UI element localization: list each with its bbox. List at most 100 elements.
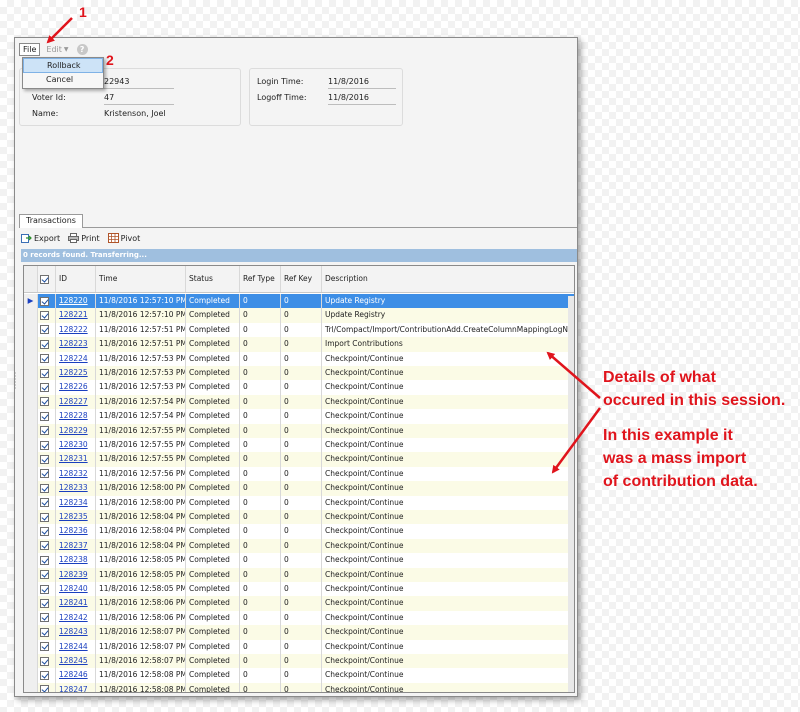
transaction-id-link[interactable]: 128242 — [59, 613, 88, 622]
table-row[interactable]: 128222 11/8/2016 12:57:51 PM Completed 0 0 Tr… — [24, 322, 574, 338]
row-checkbox[interactable] — [38, 394, 56, 410]
column-header-ref-key[interactable]: Ref Key — [281, 266, 322, 292]
table-row[interactable]: 128233 11/8/2016 12:58:00 PM Completed 0 0 Ch… — [24, 481, 574, 496]
transaction-id-link[interactable]: 128228 — [59, 411, 88, 420]
table-row[interactable]: 128242 11/8/2016 12:58:06 PM Completed 0 0 Ch… — [24, 610, 574, 626]
transaction-id-link[interactable]: 128230 — [59, 440, 88, 449]
vertical-scrollbar[interactable] — [568, 296, 574, 692]
column-header-time[interactable]: Time — [96, 266, 186, 292]
table-row[interactable]: 128245 11/8/2016 12:58:07 PM Completed 0 0 Ch… — [24, 654, 574, 669]
transaction-id-link[interactable]: 128229 — [59, 426, 88, 435]
table-row[interactable]: 128240 11/8/2016 12:58:05 PM Completed 0 0 Ch… — [24, 582, 574, 597]
table-row[interactable]: 128244 11/8/2016 12:58:07 PM Completed 0 0 Ch… — [24, 639, 574, 654]
select-all-checkbox[interactable] — [38, 266, 56, 292]
column-header-description[interactable]: Description — [322, 266, 574, 292]
row-checkbox[interactable] — [38, 654, 56, 669]
table-row[interactable]: 128227 11/8/2016 12:57:54 PM Completed 0 0 Ch… — [24, 394, 574, 410]
row-checkbox[interactable] — [38, 308, 56, 323]
table-row[interactable]: 128237 11/8/2016 12:58:04 PM Completed 0 0 Ch… — [24, 538, 574, 554]
row-checkbox[interactable] — [38, 639, 56, 654]
table-row[interactable]: 128225 11/8/2016 12:57:53 PM Completed 0 0 Ch… — [24, 366, 574, 381]
transaction-id-link[interactable]: 128233 — [59, 483, 88, 492]
row-checkbox[interactable] — [38, 510, 56, 525]
row-checkbox[interactable] — [38, 466, 56, 482]
table-row[interactable]: 128223 11/8/2016 12:57:51 PM Completed 0 0 Im… — [24, 337, 574, 352]
table-row[interactable]: 128221 11/8/2016 12:57:10 PM Completed 0 0 Up… — [24, 308, 574, 323]
transaction-id-link[interactable]: 128220 — [59, 296, 88, 305]
table-row[interactable]: 128239 11/8/2016 12:58:05 PM Completed 0 0 Ch… — [24, 567, 574, 582]
row-checkbox[interactable] — [38, 452, 56, 467]
transaction-id-link[interactable]: 128238 — [59, 555, 88, 564]
transaction-id-link[interactable]: 128244 — [59, 642, 88, 651]
row-checkbox[interactable] — [38, 337, 56, 352]
row-checkbox[interactable] — [38, 668, 56, 683]
transaction-id-link[interactable]: 128224 — [59, 354, 88, 363]
table-row[interactable]: 128234 11/8/2016 12:58:00 PM Completed 0 0 Ch… — [24, 495, 574, 510]
row-checkbox[interactable] — [38, 538, 56, 554]
column-header-status[interactable]: Status — [186, 266, 240, 292]
table-row[interactable]: 128241 11/8/2016 12:58:06 PM Completed 0 0 Ch… — [24, 596, 574, 611]
row-checkbox[interactable] — [38, 582, 56, 597]
transaction-id-link[interactable]: 128245 — [59, 656, 88, 665]
cancel-menu-item[interactable]: Cancel — [23, 73, 103, 88]
transaction-id-link[interactable]: 128227 — [59, 397, 88, 406]
column-header-id[interactable]: ID — [56, 266, 96, 292]
table-row[interactable]: 128231 11/8/2016 12:57:55 PM Completed 0 0 Ch… — [24, 452, 574, 467]
row-checkbox[interactable] — [38, 481, 56, 496]
table-row[interactable]: 128235 11/8/2016 12:58:04 PM Completed 0 0 Ch… — [24, 510, 574, 525]
row-checkbox[interactable] — [38, 596, 56, 611]
table-row[interactable]: 128229 11/8/2016 12:57:55 PM Completed 0 0 Ch… — [24, 423, 574, 438]
transaction-id-link[interactable]: 128243 — [59, 627, 88, 636]
table-row[interactable]: 128238 11/8/2016 12:58:05 PM Completed 0 0 Ch… — [24, 553, 574, 568]
row-checkbox[interactable] — [38, 567, 56, 582]
transaction-id-link[interactable]: 128222 — [59, 325, 88, 334]
table-row[interactable]: 128247 11/8/2016 12:58:08 PM Completed 0 0 Ch… — [24, 682, 574, 692]
row-checkbox[interactable] — [38, 409, 56, 424]
transaction-id-link[interactable]: 128241 — [59, 598, 88, 607]
row-checkbox[interactable] — [38, 294, 56, 309]
table-row[interactable]: 128226 11/8/2016 12:57:53 PM Completed 0 0 Ch… — [24, 380, 574, 395]
table-row[interactable]: ▶ 128220 11/8/2016 12:57:10 PM Completed 0 0 U… — [24, 294, 574, 309]
rollback-menu-item[interactable]: Rollback — [23, 58, 103, 73]
table-row[interactable]: 128243 11/8/2016 12:58:07 PM Completed 0 0 Ch… — [24, 625, 574, 640]
transaction-id-link[interactable]: 128223 — [59, 339, 88, 348]
row-checkbox[interactable] — [38, 553, 56, 568]
row-checkbox[interactable] — [38, 423, 56, 438]
splitter-grip[interactable]: · · · · · · — [14, 370, 17, 393]
row-checkbox[interactable] — [38, 366, 56, 381]
transaction-id-link[interactable]: 128236 — [59, 526, 88, 535]
transaction-id-link[interactable]: 128235 — [59, 512, 88, 521]
transaction-id-link[interactable]: 128225 — [59, 368, 88, 377]
table-row[interactable]: 128246 11/8/2016 12:58:08 PM Completed 0 0 Ch… — [24, 668, 574, 683]
transaction-id-link[interactable]: 128237 — [59, 541, 88, 550]
help-icon[interactable]: ? — [76, 43, 88, 55]
transaction-id-link[interactable]: 128239 — [59, 570, 88, 579]
transaction-id-link[interactable]: 128232 — [59, 469, 88, 478]
table-row[interactable]: 128232 11/8/2016 12:57:56 PM Completed 0 0 Ch… — [24, 466, 574, 482]
transaction-id-link[interactable]: 128234 — [59, 498, 88, 507]
column-header-ref-type[interactable]: Ref Type — [240, 266, 281, 292]
row-checkbox[interactable] — [38, 351, 56, 366]
table-row[interactable]: 128236 11/8/2016 12:58:04 PM Completed 0 0 Ch… — [24, 524, 574, 539]
row-checkbox[interactable] — [38, 625, 56, 640]
pivot-button[interactable]: Pivot — [107, 233, 140, 243]
transaction-id-link[interactable]: 128231 — [59, 454, 88, 463]
tab-transactions[interactable]: Transactions — [19, 214, 83, 228]
table-row[interactable]: 128224 11/8/2016 12:57:53 PM Completed 0 0 Ch… — [24, 351, 574, 366]
print-button[interactable]: Print — [68, 233, 100, 243]
row-checkbox[interactable] — [38, 524, 56, 539]
transaction-id-link[interactable]: 128240 — [59, 584, 88, 593]
table-row[interactable]: 128230 11/8/2016 12:57:55 PM Completed 0 0 Ch… — [24, 438, 574, 453]
file-menu[interactable]: File — [19, 42, 41, 56]
table-row[interactable]: 128228 11/8/2016 12:57:54 PM Completed 0 0 Ch… — [24, 409, 574, 424]
row-checkbox[interactable] — [38, 682, 56, 692]
row-checkbox[interactable] — [38, 380, 56, 395]
transaction-id-link[interactable]: 128246 — [59, 670, 88, 679]
row-checkbox[interactable] — [38, 610, 56, 626]
export-button[interactable]: Export — [21, 233, 60, 243]
row-checkbox[interactable] — [38, 322, 56, 338]
transaction-id-link[interactable]: 128226 — [59, 382, 88, 391]
edit-menu[interactable]: Edit ▼ — [42, 43, 72, 56]
transaction-id-link[interactable]: 128247 — [59, 685, 88, 692]
row-checkbox[interactable] — [38, 495, 56, 510]
